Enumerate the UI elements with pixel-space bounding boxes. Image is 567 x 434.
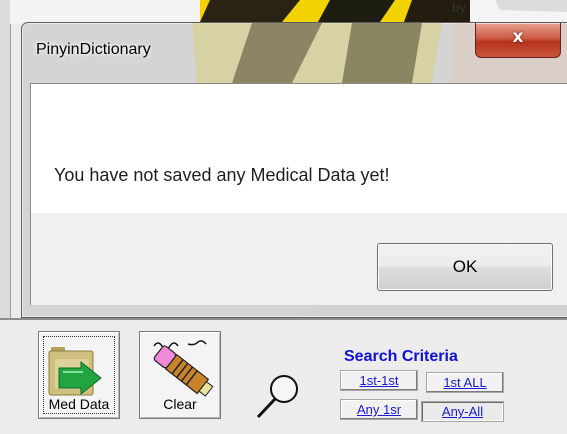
message-dialog: PinyinDictionary x You have not saved an… [21, 22, 567, 318]
search-criteria-title: Search Criteria [344, 348, 458, 365]
message-area: You have not saved any Medical Data yet! [31, 84, 567, 213]
criteria-any-1sr-button[interactable]: Any 1sr [340, 399, 418, 420]
criteria-any-all-button[interactable]: Any-All [421, 401, 504, 422]
dialog-content: You have not saved any Medical Data yet!… [30, 83, 567, 305]
dialog-title: PinyinDictionary [36, 41, 151, 58]
banner-fragment-text: by [452, 0, 466, 15]
clear-button[interactable]: Clear [139, 331, 221, 419]
criteria-1st-1st-button[interactable]: 1st-1st [340, 370, 418, 391]
bottom-toolbar: Med Data Clear Search Criteria 1st-1st 1… [0, 318, 567, 434]
clear-label: Clear [163, 396, 197, 412]
close-icon: x [512, 27, 524, 47]
ok-button[interactable]: OK [377, 243, 553, 291]
magnifier-icon[interactable] [254, 371, 304, 421]
med-data-button[interactable]: Med Data [38, 331, 120, 419]
close-button[interactable]: x [475, 23, 561, 58]
screen: by Med Data Clear Search Criteria 1st-1s… [0, 0, 567, 434]
dialog-message: You have not saved any Medical Data yet! [54, 165, 390, 185]
criteria-1st-all-button[interactable]: 1st ALL [426, 372, 504, 393]
med-data-label: Med Data [48, 396, 110, 412]
